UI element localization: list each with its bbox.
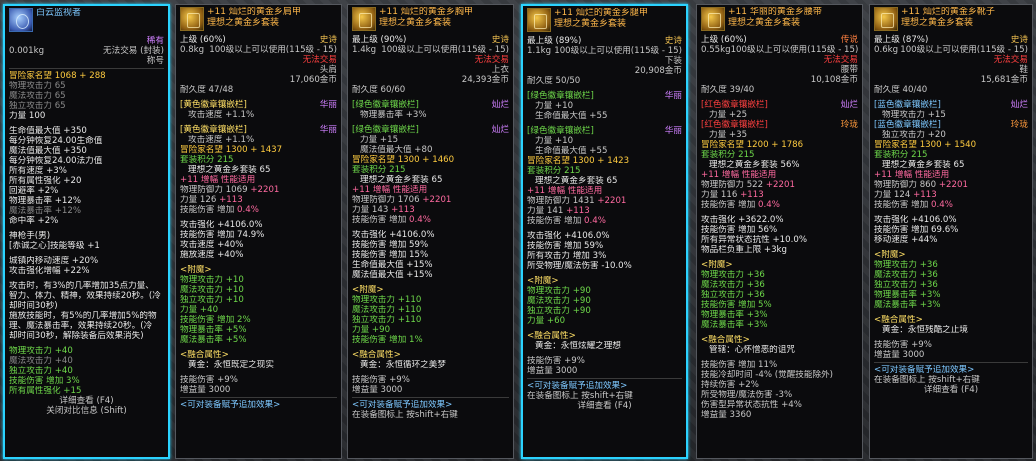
stat-line: 技能伤害 增加 2%: [180, 315, 251, 325]
boots-icon: [874, 7, 898, 31]
stat-line: 魔法攻击力 +36: [701, 280, 765, 290]
stat-line: 独立攻击力 +10: [180, 295, 244, 305]
stat-line: 物理暴击率 +5%: [180, 325, 247, 335]
tooltip-shoulder-card: +11 灿烂的黄金乡肩甲 理想之黄金乡套装 上级 (60%) 史诗 0.8kg 100…: [175, 4, 342, 459]
stat-line: 独立攻击力 +36: [701, 290, 765, 300]
stat-line: 所受物理/魔法伤害 -3%: [701, 390, 793, 400]
stat-line: 技能伤害 增加 56%: [701, 225, 778, 235]
stat-line: 攻击强化 +4106.0%: [874, 215, 957, 225]
stat-line: 技能伤害 增加 59%: [527, 241, 604, 251]
item-name: 白云监视者: [36, 8, 82, 18]
stat-line: 施放速度 +40%: [180, 250, 244, 260]
stat-line: 力量 +60: [527, 316, 566, 326]
stat-line: 所有速度 +3%: [9, 166, 67, 176]
stat-line: 生命值最大值 +350: [9, 126, 87, 136]
stat-line: 所受物理/魔法伤害 -10.0%: [527, 261, 632, 271]
stat-line: 物理攻击力 +36: [874, 260, 938, 270]
stat-line: 攻击强化 +4106.0%: [180, 220, 263, 230]
stat-line: 却时间30秒，解除装备后效果消失): [9, 331, 144, 341]
stat-line: 攻击强化 +4106.0%: [352, 230, 435, 240]
stat-line: 魔法攻击力 +90: [527, 296, 591, 306]
stat-line: 智力、体力、精神，效果持续20秒。(冷: [9, 291, 161, 301]
tooltip-title-card: 白云监视者 稀有 0.001kg 无法交易 (封装) 称号 冒险家名望 1068 …: [3, 4, 170, 459]
stat-line: 移动速度 +44%: [874, 235, 938, 245]
stat-line: 力量 +90: [352, 325, 391, 335]
stat-line: 增益量 3360: [701, 410, 752, 420]
stat-line: 物理攻击力 +10: [180, 275, 244, 285]
belt-icon: [701, 7, 725, 31]
stat-line: 所有属性强化 +15: [9, 386, 82, 396]
stat-line: 攻击时，有3%的几率增加35点力量、: [9, 281, 154, 291]
stat-line: 物理攻击力 +40: [9, 346, 73, 356]
stat-line: 回避率 +2%: [9, 186, 59, 196]
stat-line: 城镇内移动速度 +20%: [9, 256, 99, 266]
stat-line: 物理暴击率 +12%: [9, 196, 82, 206]
stat-line: 魔法暴击率 +3%: [701, 320, 768, 330]
stat-line: 技能伤害 增加 59%: [352, 240, 429, 250]
tooltip-belt-card: +11 华丽的黄金乡腰带 理想之黄金乡套装 上级 (60%) 传说 0.55kg 10…: [696, 4, 863, 459]
stat-line: 独立攻击力 +90: [527, 306, 591, 316]
stat-line: 魔法值最大值 +15%: [352, 270, 433, 280]
tooltip-boots-card: +11 灿烂的黄金乡靴子 理想之黄金乡套装 最上级 (87%) 史诗 0.6kg 10…: [869, 4, 1033, 459]
stat-line: 魔法攻击力 +110: [352, 305, 422, 315]
stat-line: 物理攻击力 65: [9, 81, 66, 91]
stat-line: 力量 100: [9, 111, 46, 121]
stat-line: 魔法攻击力 +40: [9, 356, 73, 366]
stat-line: 技能伤害 增加 11%: [701, 360, 778, 370]
stat-line: 物理暴击率 +3%: [701, 310, 768, 320]
close-compare-hint: 关闭对比信息 (Shift): [46, 406, 127, 416]
chest-armor-icon: [352, 7, 376, 31]
stat-line: 每分钟恢复24.00法力值: [9, 156, 103, 166]
stat-line: 技能伤害 增加 15%: [352, 250, 429, 260]
stat-line: 魔法暴击率 +5%: [180, 335, 247, 345]
stat-line: 魔法值最大值 +350: [9, 146, 87, 156]
stat-line: 独立攻击力 +110: [352, 315, 422, 325]
leg-armor-icon: [527, 8, 551, 32]
stat-line: 施放技能时，有5%的几率增加5%的物: [9, 311, 157, 321]
stat-line: 生命值最大值 +15%: [352, 260, 433, 270]
stat-line: 技能伤害 增加 3%: [9, 376, 80, 386]
stat-line: 独立攻击力 +40: [9, 366, 73, 376]
stat-line: 技能伤害 增加 69.6%: [874, 225, 959, 235]
stat-line: 魔法攻击力 65: [9, 91, 66, 101]
fame-line: 冒险家名望 1068 + 288: [9, 71, 106, 81]
stat-line: 技能冷却时间 -4% (觉醒技能除外): [701, 370, 834, 380]
stat-line: 攻击强化增幅 +22%: [9, 266, 90, 276]
stat-line: 物理攻击力 +36: [701, 270, 765, 280]
stat-line: 攻击强化 +3622.0%: [701, 215, 784, 225]
stat-line: 所有异常状态抗性 +10.0%: [701, 235, 807, 245]
stat-line: 魔法攻击力 +36: [874, 270, 938, 280]
stat-line: 物理攻击力 +90: [527, 286, 591, 296]
tooltip-legs-card: +11 灿烂的黄金乡腿甲 理想之黄金乡套装 最上级 (89%) 史诗 1.1kg 10…: [521, 4, 688, 459]
stat-line: 攻击速度 +40%: [180, 240, 244, 250]
stat-line: 技能伤害 增加 1%: [352, 335, 423, 345]
stat-line: 技能伤害 增加 5%: [701, 300, 772, 310]
stat-line: 伤害型异常状态抗性 +4%: [701, 400, 802, 410]
stat-line: 魔法攻击力 +10: [180, 285, 244, 295]
stat-line: 持续伤害 +2%: [701, 380, 759, 390]
stat-line: 命中率 +2%: [9, 216, 59, 226]
tooltip-chest-card: +11 灿烂的黄金乡胸甲 理想之黄金乡套装 最上级 (90%) 史诗 1.4kg 10…: [347, 4, 514, 459]
stat-line: 攻击强化 +4106.0%: [527, 231, 610, 241]
shoulder-armor-icon: [180, 7, 204, 31]
stat-line: 物品栏负重上限 +3kg: [701, 245, 787, 255]
stat-line: 技能伤害 增加 74.9%: [180, 230, 265, 240]
stat-line: 物理攻击力 +110: [352, 295, 422, 305]
stat-line: 物理暴击率 +3%: [874, 290, 941, 300]
stat-line: 独立攻击力 +36: [874, 280, 938, 290]
stat-line: 魔法暴击率 +12%: [9, 206, 82, 216]
stat-line: 每分钟恢复24.00生命值: [9, 136, 103, 146]
stat-line: 独立攻击力 65: [9, 101, 66, 111]
stat-line: 所有属性强化 +20: [9, 176, 82, 186]
title-badge-icon: [9, 8, 33, 32]
stat-line: 所有攻击力 增加 3%: [527, 251, 607, 261]
detail-view-hint: 详细查看 (F4): [59, 396, 114, 406]
stat-line: 力量 +40: [180, 305, 219, 315]
stat-line: 魔法暴击率 +3%: [874, 300, 941, 310]
stat-line: 却时间30秒): [9, 301, 58, 311]
stat-line: 理、魔法暴击率，效果持续20秒。(冷: [9, 321, 153, 331]
